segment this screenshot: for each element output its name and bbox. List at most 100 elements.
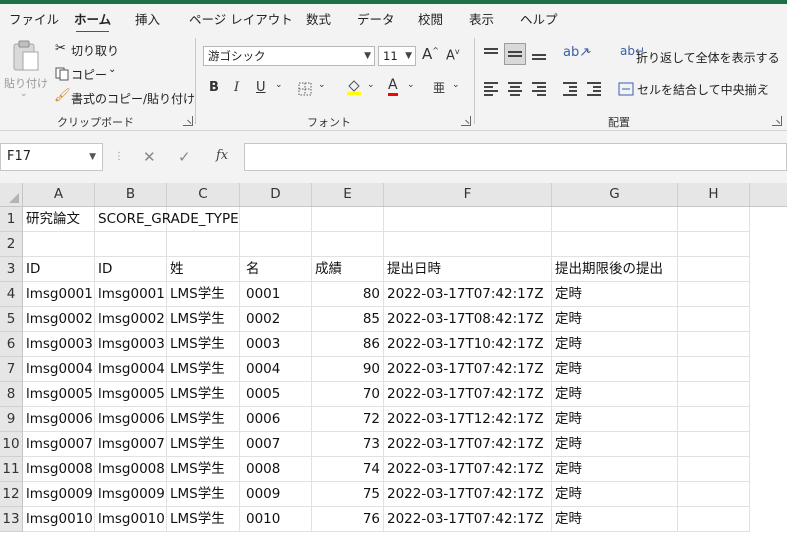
cell-h3[interactable] bbox=[678, 257, 750, 282]
column-header-h[interactable]: H bbox=[678, 183, 750, 206]
wrap-text-button[interactable]: 折り返して全体を表示する bbox=[636, 49, 780, 66]
cell-c9[interactable]: LMS学生 bbox=[167, 407, 240, 432]
row-header[interactable]: 11 bbox=[0, 457, 23, 482]
tab-page-layout[interactable]: ページ レイアウト bbox=[189, 9, 293, 28]
cell-c6[interactable]: LMS学生 bbox=[167, 332, 240, 357]
tab-file[interactable]: ファイル bbox=[9, 9, 59, 28]
cell-f1[interactable] bbox=[384, 207, 552, 232]
cell-d4[interactable]: 0001 bbox=[240, 282, 312, 307]
cut-button[interactable]: 切り取り bbox=[71, 42, 119, 59]
bold-button[interactable]: B bbox=[209, 80, 219, 95]
cancel-icon[interactable]: ✕ bbox=[143, 143, 156, 171]
cell-e8[interactable]: 70 bbox=[312, 382, 384, 407]
cell-b5[interactable]: lmsg0002 bbox=[95, 307, 167, 332]
row-header[interactable]: 6 bbox=[0, 332, 23, 357]
tab-review[interactable]: 校閲 bbox=[418, 9, 443, 28]
cell-g11[interactable]: 定時 bbox=[552, 457, 678, 482]
cell-a6[interactable]: lmsg0003 bbox=[23, 332, 95, 357]
insert-function-button[interactable]: fx bbox=[216, 143, 228, 171]
cell-d12[interactable]: 0009 bbox=[240, 482, 312, 507]
underline-button[interactable]: U bbox=[256, 80, 266, 95]
tab-home[interactable]: ホーム bbox=[74, 9, 111, 34]
cell-e9[interactable]: 72 bbox=[312, 407, 384, 432]
align-middle-icon[interactable] bbox=[504, 43, 526, 65]
column-header-b[interactable]: B bbox=[95, 183, 167, 206]
formula-input[interactable] bbox=[244, 143, 787, 171]
alignment-launcher-icon[interactable] bbox=[772, 116, 782, 126]
cell-b3[interactable]: ID bbox=[95, 257, 167, 282]
cell-b12[interactable]: lmsg0009 bbox=[95, 482, 167, 507]
paste-icon[interactable] bbox=[12, 40, 40, 76]
cell-b7[interactable]: lmsg0004 bbox=[95, 357, 167, 382]
cell-h6[interactable] bbox=[678, 332, 750, 357]
font-size-select[interactable]: 11 ▼ bbox=[378, 46, 416, 66]
decrease-indent-icon[interactable] bbox=[563, 81, 579, 97]
cell-g8[interactable]: 定時 bbox=[552, 382, 678, 407]
chevron-down-icon[interactable]: ⌄ bbox=[762, 80, 770, 90]
chevron-down-icon[interactable]: ⌄ bbox=[407, 80, 415, 90]
cell-a3[interactable]: ID bbox=[23, 257, 95, 282]
border-icon[interactable] bbox=[298, 81, 312, 100]
cell-f8[interactable]: 2022-03-17T07:42:17Z bbox=[384, 382, 552, 407]
shrink-font-button[interactable]: Av bbox=[446, 47, 460, 63]
cell-f4[interactable]: 2022-03-17T07:42:17Z bbox=[384, 282, 552, 307]
align-center-icon[interactable] bbox=[508, 81, 524, 97]
column-header-f[interactable]: F bbox=[384, 183, 552, 206]
cell-c10[interactable]: LMS学生 bbox=[167, 432, 240, 457]
cell-c4[interactable]: LMS学生 bbox=[167, 282, 240, 307]
cell-f12[interactable]: 2022-03-17T07:42:17Z bbox=[384, 482, 552, 507]
column-header-c[interactable]: C bbox=[167, 183, 240, 206]
cell-e4[interactable]: 80 bbox=[312, 282, 384, 307]
cell-b11[interactable]: lmsg0008 bbox=[95, 457, 167, 482]
cell-g5[interactable]: 定時 bbox=[552, 307, 678, 332]
cell-a10[interactable]: lmsg0007 bbox=[23, 432, 95, 457]
column-header-e[interactable]: E bbox=[312, 183, 384, 206]
cell-a4[interactable]: lmsg0001 bbox=[23, 282, 95, 307]
cell-b1[interactable]: SCORE_GRADE_TYPE bbox=[95, 207, 239, 232]
name-box[interactable]: F17 ▼ bbox=[0, 143, 103, 171]
row-header[interactable]: 1 bbox=[0, 207, 23, 232]
grow-font-button[interactable]: A^ bbox=[422, 45, 439, 63]
cell-d5[interactable]: 0002 bbox=[240, 307, 312, 332]
cell-h10[interactable] bbox=[678, 432, 750, 457]
font-launcher-icon[interactable] bbox=[461, 116, 471, 126]
cell-a5[interactable]: lmsg0002 bbox=[23, 307, 95, 332]
cell-d13[interactable]: 0010 bbox=[240, 507, 312, 532]
cell-f2[interactable] bbox=[384, 232, 552, 257]
cell-f7[interactable]: 2022-03-17T07:42:17Z bbox=[384, 357, 552, 382]
cell-a9[interactable]: lmsg0006 bbox=[23, 407, 95, 432]
cell-f9[interactable]: 2022-03-17T12:42:17Z bbox=[384, 407, 552, 432]
italic-button[interactable]: I bbox=[234, 80, 239, 95]
row-header[interactable]: 13 bbox=[0, 507, 23, 532]
chevron-down-icon[interactable]: ⌄ bbox=[318, 80, 326, 90]
column-header-g[interactable]: G bbox=[552, 183, 678, 206]
phonetic-button[interactable]: 亜 bbox=[433, 79, 445, 96]
cell-b6[interactable]: lmsg0003 bbox=[95, 332, 167, 357]
cell-e5[interactable]: 85 bbox=[312, 307, 384, 332]
cell-g13[interactable]: 定時 bbox=[552, 507, 678, 532]
cell-f3[interactable]: 提出日時 bbox=[384, 257, 552, 282]
cell-g7[interactable]: 定時 bbox=[552, 357, 678, 382]
cell-d8[interactable]: 0005 bbox=[240, 382, 312, 407]
cell-e3[interactable]: 成績 bbox=[312, 257, 384, 282]
cell-d3[interactable]: 名 bbox=[240, 257, 312, 282]
fill-color-icon[interactable] bbox=[346, 78, 362, 100]
cell-d9[interactable]: 0006 bbox=[240, 407, 312, 432]
font-color-button[interactable]: A bbox=[388, 77, 398, 96]
align-left-icon[interactable] bbox=[484, 81, 500, 97]
row-header[interactable]: 3 bbox=[0, 257, 23, 282]
row-header[interactable]: 10 bbox=[0, 432, 23, 457]
cell-d1[interactable] bbox=[240, 207, 312, 232]
cell-a11[interactable]: lmsg0008 bbox=[23, 457, 95, 482]
chevron-down-icon[interactable]: ⌄ bbox=[108, 64, 116, 75]
column-header-d[interactable]: D bbox=[240, 183, 312, 206]
cell-d7[interactable]: 0004 bbox=[240, 357, 312, 382]
chevron-down-icon[interactable]: ⌄ bbox=[452, 80, 460, 90]
cell-h13[interactable] bbox=[678, 507, 750, 532]
cell-e11[interactable]: 74 bbox=[312, 457, 384, 482]
cell-b10[interactable]: lmsg0007 bbox=[95, 432, 167, 457]
row-header[interactable]: 2 bbox=[0, 232, 23, 257]
align-right-icon[interactable] bbox=[532, 81, 548, 97]
tab-view[interactable]: 表示 bbox=[469, 9, 494, 28]
cell-a13[interactable]: lmsg0010 bbox=[23, 507, 95, 532]
